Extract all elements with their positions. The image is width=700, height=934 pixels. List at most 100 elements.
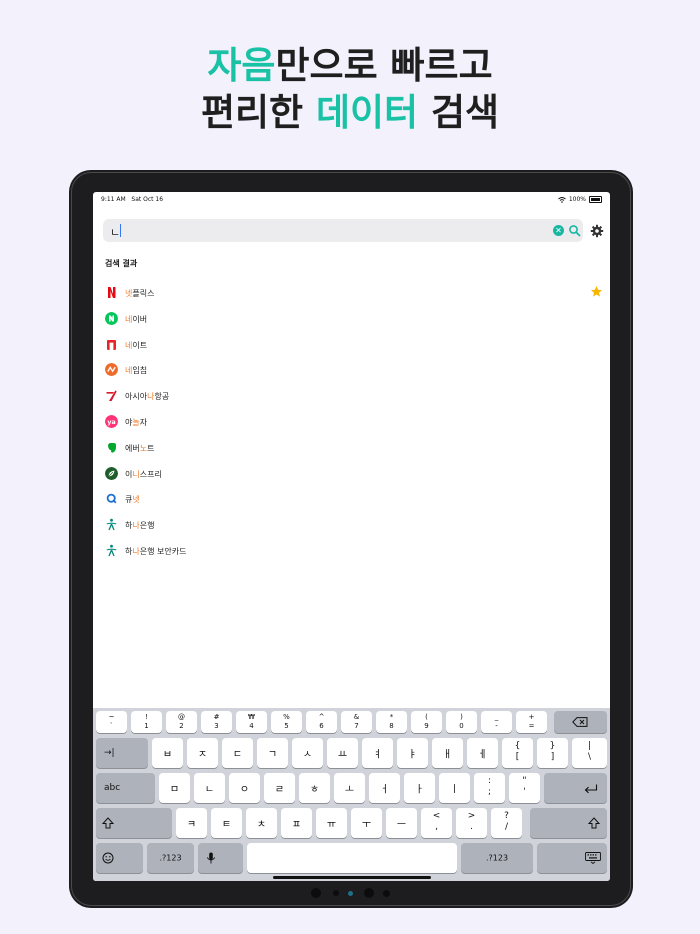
list-item[interactable]: 네이버 bbox=[103, 306, 603, 332]
backspace-key[interactable] bbox=[554, 711, 607, 733]
status-bar: 9:11 AM Sat Oct 16 100% bbox=[101, 194, 602, 206]
keyboard-dismiss-key[interactable] bbox=[537, 843, 607, 873]
key[interactable]: ㅏ bbox=[404, 773, 435, 803]
namechip-icon bbox=[105, 363, 118, 377]
key[interactable]: ~ ` bbox=[96, 711, 127, 733]
list-item[interactable]: 네이트 bbox=[103, 332, 603, 358]
key[interactable]: ㅎ bbox=[299, 773, 330, 803]
list-item[interactable]: 이니스프리 bbox=[103, 461, 603, 487]
key[interactable]: | \ bbox=[572, 738, 607, 768]
key[interactable]: ㄴ bbox=[194, 773, 225, 803]
list-item[interactable]: 큐넷 bbox=[103, 486, 603, 512]
mic-key[interactable] bbox=[198, 843, 243, 873]
backspace-icon bbox=[572, 717, 588, 727]
list-item-label: 네이트 bbox=[125, 340, 148, 350]
home-indicator bbox=[273, 876, 431, 879]
key[interactable]: + = bbox=[516, 711, 547, 733]
key[interactable]: }] bbox=[537, 738, 568, 768]
key[interactable]: ㅁ bbox=[159, 773, 190, 803]
list-item[interactable]: 하나은행 보안카드 bbox=[103, 538, 603, 564]
key[interactable]: ㅊ bbox=[246, 808, 277, 838]
search-icon[interactable] bbox=[568, 224, 581, 237]
return-icon bbox=[584, 784, 598, 794]
battery-percent: 100% bbox=[568, 196, 586, 203]
list-item[interactable]: 에버노트 bbox=[103, 435, 603, 461]
headline-line-1: 자음만으로 빠르고 bbox=[0, 47, 700, 84]
key[interactable]: ㅛ bbox=[327, 738, 358, 768]
return-key[interactable] bbox=[544, 773, 607, 803]
key[interactable]: (9 bbox=[411, 711, 442, 733]
shift-key-right[interactable] bbox=[530, 808, 607, 838]
key[interactable]: >. bbox=[456, 808, 487, 838]
key[interactable]: ㄹ bbox=[264, 773, 295, 803]
key[interactable]: ㅇ bbox=[229, 773, 260, 803]
key[interactable]: _ - bbox=[481, 711, 512, 733]
key[interactable]: ㅈ bbox=[187, 738, 218, 768]
clear-icon[interactable]: ✕ bbox=[553, 225, 564, 236]
star-icon[interactable] bbox=[590, 285, 603, 298]
list-item-label: 네임칩 bbox=[125, 366, 148, 376]
numbers-key-left[interactable]: .?123 bbox=[147, 843, 194, 873]
key[interactable]: ㅐ bbox=[432, 738, 463, 768]
key[interactable]: ㄱ bbox=[257, 738, 288, 768]
key[interactable]: ㄷ bbox=[222, 738, 253, 768]
naver-icon bbox=[105, 311, 118, 325]
key[interactable]: ㅡ bbox=[386, 808, 417, 838]
text-caret bbox=[120, 224, 121, 237]
wifi-icon bbox=[558, 196, 566, 203]
list-item[interactable]: 네임칩 bbox=[103, 357, 603, 383]
key[interactable]: ) 0 bbox=[446, 711, 477, 733]
list-item[interactable]: 넷플릭스 bbox=[103, 280, 603, 306]
key[interactable]: #3 bbox=[201, 711, 232, 733]
key[interactable]: :; bbox=[474, 773, 505, 803]
key[interactable]: ㅠ bbox=[316, 808, 347, 838]
key[interactable]: ₩4 bbox=[236, 711, 267, 733]
gear-icon[interactable] bbox=[590, 224, 604, 238]
key[interactable]: ㅔ bbox=[467, 738, 498, 768]
key[interactable]: ! 1 bbox=[131, 711, 162, 733]
key[interactable]: ? / bbox=[491, 808, 522, 838]
key[interactable]: ㅣ bbox=[439, 773, 470, 803]
space-bar[interactable] bbox=[247, 843, 457, 873]
list-item-label: 야놀자 bbox=[125, 417, 148, 427]
key[interactable]: ㅋ bbox=[176, 808, 207, 838]
key[interactable]: ㅑ bbox=[397, 738, 428, 768]
hanabank-card-icon bbox=[106, 544, 117, 557]
app-screen: 9:11 AM Sat Oct 16 100% ㄴ ✕ 검색 결과 넷플릭스 네… bbox=[93, 192, 610, 881]
key[interactable]: * 8 bbox=[376, 711, 407, 733]
numbers-key-right[interactable]: .?123 bbox=[461, 843, 533, 873]
battery-icon bbox=[589, 196, 602, 203]
search-input[interactable]: ㄴ ✕ bbox=[103, 219, 583, 242]
status-time: 9:11 AM Sat Oct 16 bbox=[101, 196, 164, 203]
results-list: 넷플릭스 네이버 네이트 네임칩 아시아나항공 ya 야놀자 에버노트 이니스프… bbox=[103, 280, 603, 564]
key[interactable]: ㅜ bbox=[351, 808, 382, 838]
key[interactable]: <, bbox=[421, 808, 452, 838]
list-item-label: 큐넷 bbox=[125, 495, 140, 505]
key[interactable]: {[ bbox=[502, 738, 533, 768]
emoji-key[interactable] bbox=[96, 843, 143, 873]
key[interactable]: ㅅ bbox=[292, 738, 323, 768]
sensor-dot bbox=[333, 890, 339, 896]
key[interactable]: ㅕ bbox=[362, 738, 393, 768]
key[interactable]: ^ 6 bbox=[306, 711, 337, 733]
list-item[interactable]: ya 야놀자 bbox=[103, 409, 603, 435]
key[interactable]: ㅌ bbox=[211, 808, 242, 838]
key[interactable]: % 5 bbox=[271, 711, 302, 733]
abc-key[interactable]: abc bbox=[96, 773, 155, 803]
key[interactable]: & 7 bbox=[341, 711, 372, 733]
key[interactable]: ㅍ bbox=[281, 808, 312, 838]
list-item-label: 이니스프리 bbox=[125, 469, 162, 479]
key[interactable]: @2 bbox=[166, 711, 197, 733]
innisfree-icon bbox=[105, 466, 118, 480]
shift-key-left[interactable] bbox=[96, 808, 172, 838]
camera-dot bbox=[311, 888, 321, 898]
list-item[interactable]: 아시아나항공 bbox=[103, 383, 603, 409]
key[interactable]: ㅂ bbox=[152, 738, 183, 768]
camera-dot bbox=[364, 888, 374, 898]
key[interactable]: ㅓ bbox=[369, 773, 400, 803]
tab-key[interactable]: →| bbox=[96, 738, 148, 768]
key[interactable]: " ' bbox=[509, 773, 540, 803]
list-item[interactable]: 하나은행 bbox=[103, 512, 603, 538]
key[interactable]: ㅗ bbox=[334, 773, 365, 803]
headline-text-2a: 편리한 bbox=[200, 91, 316, 134]
